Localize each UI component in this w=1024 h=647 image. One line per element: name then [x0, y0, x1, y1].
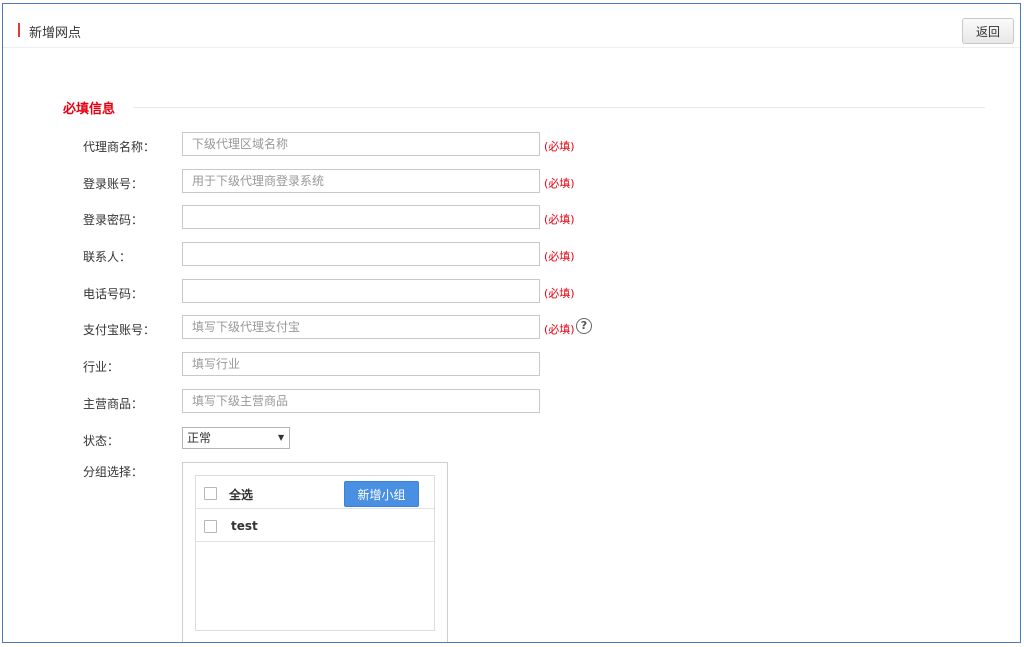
select-all-checkbox[interactable]: [204, 487, 217, 500]
add-group-button[interactable]: 新增小组: [344, 481, 419, 507]
section-divider: [133, 107, 985, 108]
group-select-label: 分组选择：: [83, 465, 144, 479]
main-products-label: 主营商品：: [83, 397, 144, 411]
page-title: 新增网点: [29, 26, 82, 41]
select-all-label: 全选: [229, 488, 254, 502]
title-accent-bar: [18, 23, 20, 37]
login-account-input[interactable]: [182, 169, 540, 193]
list-item: test: [196, 509, 434, 542]
alipay-account-input[interactable]: [182, 315, 540, 339]
required-hint: (必填): [544, 323, 575, 336]
group-item-label: test: [231, 519, 258, 533]
required-hint: (必填): [544, 250, 575, 263]
phone-input[interactable]: [182, 279, 540, 303]
status-select[interactable]: 正常: [182, 427, 290, 449]
page-frame: 新增网点 返回 必填信息 代理商名称： (必填) 登录账号： (必填) 登录密码…: [2, 3, 1021, 643]
contact-label: 联系人：: [83, 250, 132, 264]
group-select-panel: 全选 新增小组 test: [182, 462, 448, 642]
required-hint: (必填): [544, 177, 575, 190]
login-account-label: 登录账号：: [83, 177, 144, 191]
required-hint: (必填): [544, 287, 575, 300]
help-icon[interactable]: ?: [576, 318, 592, 334]
agent-name-label: 代理商名称：: [83, 140, 156, 154]
page-header: 新增网点 返回: [3, 4, 1020, 48]
industry-input[interactable]: [182, 352, 540, 376]
login-password-input[interactable]: [182, 205, 540, 229]
back-button[interactable]: 返回: [962, 18, 1014, 44]
login-password-label: 登录密码：: [83, 213, 144, 227]
section-title: 必填信息: [63, 102, 116, 117]
phone-label: 电话号码：: [83, 287, 144, 301]
group-header-row: 全选 新增小组: [196, 476, 434, 509]
industry-label: 行业：: [83, 360, 120, 374]
agent-name-input[interactable]: [182, 132, 540, 156]
main-products-input[interactable]: [182, 389, 540, 413]
group-list: 全选 新增小组 test: [195, 475, 435, 631]
contact-input[interactable]: [182, 242, 540, 266]
required-hint: (必填): [544, 140, 575, 153]
alipay-account-label: 支付宝账号：: [83, 323, 156, 337]
required-hint: (必填): [544, 213, 575, 226]
status-selected-value: 正常: [187, 431, 212, 445]
status-label: 状态：: [83, 434, 120, 448]
group-item-checkbox[interactable]: [204, 520, 217, 533]
